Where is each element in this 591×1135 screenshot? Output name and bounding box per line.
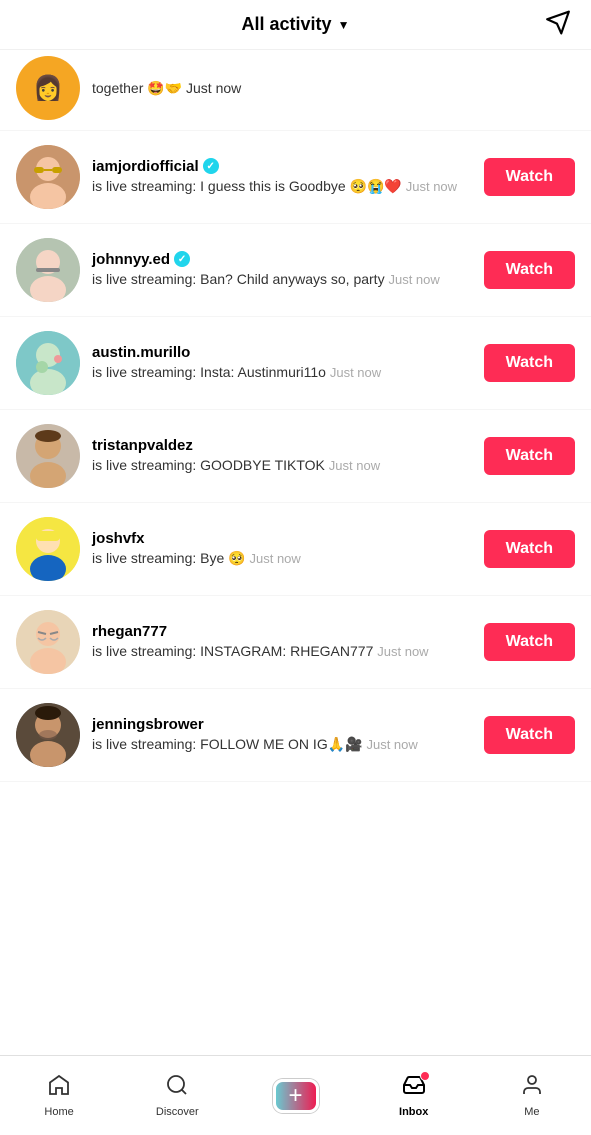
username: tristanpvaldez [92,437,193,454]
list-item: joshvfx is live streaming: Bye 🥺 Just no… [0,503,591,596]
timestamp: Just now [388,272,439,287]
avatar [16,424,80,488]
timestamp: Just now [249,551,300,566]
username-row: austin.murillo [92,344,472,361]
activity-content: jenningsbrower is live streaming: FOLLOW… [92,716,472,755]
activity-text: is live streaming: Bye 🥺 Just now [92,549,472,569]
username-row: iamjordiofficial [92,158,472,175]
stream-text: is live streaming: Insta: Austinmuri11o [92,364,326,380]
watch-button[interactable]: Watch [484,158,575,196]
watch-button[interactable]: Watch [484,530,575,568]
stream-text: is live streaming: Bye 🥺 [92,550,246,566]
watch-button[interactable]: Watch [484,716,575,754]
avatar [16,145,80,209]
list-item: iamjordiofficial is live streaming: I gu… [0,131,591,224]
avatar [16,238,80,302]
timestamp: Just now [366,737,417,752]
activity-content: rhegan777 is live streaming: INSTAGRAM: … [92,623,472,662]
activity-content: austin.murillo is live streaming: Insta:… [92,344,472,383]
list-item: austin.murillo is live streaming: Insta:… [0,317,591,410]
activity-text: is live streaming: Ban? Child anyways so… [92,270,472,290]
nav-item-discover[interactable]: Discover [118,1073,236,1118]
activity-text: is live streaming: Insta: Austinmuri11o … [92,363,472,383]
stream-text: is live streaming: INSTAGRAM: RHEGAN777 [92,643,373,659]
username: joshvfx [92,530,145,547]
discover-icon [165,1073,189,1103]
nav-label-discover: Discover [156,1106,199,1118]
nav-item-me[interactable]: Me [473,1073,591,1118]
partial-item-text: together 🤩🤝 Just now [92,80,241,96]
activity-content: iamjordiofficial is live streaming: I gu… [92,158,472,197]
header-title[interactable]: All activity ▼ [242,14,350,35]
username-row: joshvfx [92,530,472,547]
watch-button[interactable]: Watch [484,344,575,382]
activity-content: tristanpvaldez is live streaming: GOODBY… [92,437,472,476]
nav-item-home[interactable]: Home [0,1073,118,1118]
username: austin.murillo [92,344,190,361]
username-row: jenningsbrower [92,716,472,733]
username-row: tristanpvaldez [92,437,472,454]
timestamp: Just now [377,644,428,659]
activity-list: 👩 together 🤩🤝 Just now iamjordiofficial [0,50,591,782]
verified-badge-icon [203,158,219,174]
avatar [16,331,80,395]
username: johnnyy.ed [92,251,170,268]
stream-text: is live streaming: I guess this is Goodb… [92,178,402,194]
list-item: tristanpvaldez is live streaming: GOODBY… [0,410,591,503]
header: All activity ▼ [0,0,591,50]
watch-button[interactable]: Watch [484,623,575,661]
partial-avatar: 👩 [16,56,80,120]
watch-button[interactable]: Watch [484,251,575,289]
activity-text: is live streaming: FOLLOW ME ON IG🙏🎥 Jus… [92,735,472,755]
send-icon[interactable] [545,9,571,40]
list-item: jenningsbrower is live streaming: FOLLOW… [0,689,591,782]
activity-text: is live streaming: I guess this is Goodb… [92,177,472,197]
nav-item-create[interactable]: + [236,1079,354,1113]
avatar [16,703,80,767]
verified-badge-icon [174,251,190,267]
dropdown-arrow-icon: ▼ [338,18,350,32]
username-row: johnnyy.ed [92,251,472,268]
timestamp: Just now [330,365,381,380]
profile-icon [520,1073,544,1103]
activity-content: johnnyy.ed is live streaming: Ban? Child… [92,251,472,290]
avatar [16,517,80,581]
activity-content: joshvfx is live streaming: Bye 🥺 Just no… [92,530,472,569]
username: rhegan777 [92,623,167,640]
home-icon [47,1073,71,1103]
list-item: johnnyy.ed is live streaming: Ban? Child… [0,224,591,317]
stream-text: is live streaming: Ban? Child anyways so… [92,271,385,287]
stream-text: is live streaming: FOLLOW ME ON IG🙏🎥 [92,736,363,752]
username: jenningsbrower [92,716,204,733]
header-title-text: All activity [242,14,332,35]
timestamp: Just now [406,179,457,194]
create-button[interactable]: + [273,1079,319,1113]
watch-button[interactable]: Watch [484,437,575,475]
avatar [16,610,80,674]
bottom-nav: Home Discover + Inbox [0,1055,591,1135]
partial-item: 👩 together 🤩🤝 Just now [0,50,591,131]
username: iamjordiofficial [92,158,199,175]
timestamp: Just now [329,458,380,473]
partial-text: together 🤩🤝 Just now [92,80,575,97]
nav-label-home: Home [44,1106,73,1118]
list-item: rhegan777 is live streaming: INSTAGRAM: … [0,596,591,689]
nav-label-inbox: Inbox [399,1106,428,1118]
activity-text: is live streaming: INSTAGRAM: RHEGAN777 … [92,642,472,662]
stream-text: is live streaming: GOODBYE TIKTOK [92,457,325,473]
nav-item-inbox[interactable]: Inbox [355,1073,473,1118]
nav-label-me: Me [524,1106,539,1118]
username-row: rhegan777 [92,623,472,640]
inbox-icon [402,1073,426,1103]
activity-text: is live streaming: GOODBYE TIKTOK Just n… [92,456,472,476]
